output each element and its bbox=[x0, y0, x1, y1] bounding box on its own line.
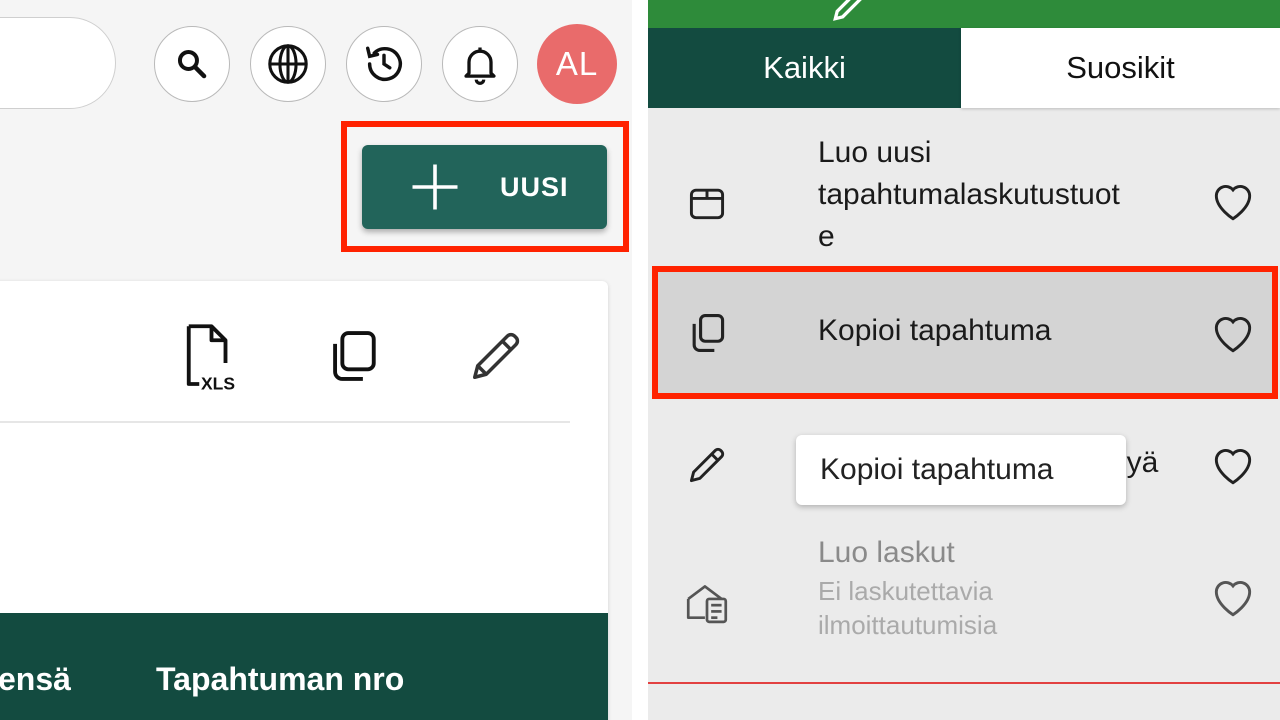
xls-file-icon: XLS bbox=[186, 324, 235, 391]
pencil-icon bbox=[689, 447, 725, 483]
action-label: Luo uusi tapahtumalaskutustuot e bbox=[818, 136, 1120, 253]
action-item-create-product[interactable]: Luo uusi tapahtumalaskutustuot e bbox=[648, 112, 1280, 262]
pencil-icon bbox=[473, 332, 520, 379]
action-icon bbox=[680, 574, 734, 628]
heart-icon[interactable] bbox=[1208, 440, 1258, 490]
search-icon bbox=[177, 49, 207, 79]
notifications-button[interactable] bbox=[442, 26, 518, 102]
action-item-create-invoices[interactable]: Luo laskut Ei laskutettavia ilmoittautum… bbox=[648, 526, 1280, 676]
svg-text:XLS: XLS bbox=[201, 373, 235, 391]
search-input[interactable] bbox=[0, 17, 116, 109]
action-icon bbox=[680, 306, 734, 360]
main-view: AL UUSI XLS ensä Tapahtuman nro bbox=[0, 0, 632, 720]
action-sublabel: Ei laskutettavia bbox=[818, 576, 993, 606]
globe-icon bbox=[268, 44, 308, 84]
plus-icon bbox=[412, 164, 458, 210]
copy-button[interactable] bbox=[316, 320, 388, 392]
language-button[interactable] bbox=[250, 26, 326, 102]
heart-icon[interactable] bbox=[1208, 176, 1258, 226]
tab-all[interactable]: Kaikki bbox=[648, 28, 961, 108]
history-icon bbox=[365, 46, 403, 82]
search-button[interactable] bbox=[154, 26, 230, 102]
panel-topbar bbox=[648, 0, 1280, 28]
new-button-label: UUSI bbox=[500, 171, 569, 202]
copy-icon bbox=[333, 331, 376, 381]
panel-tabs: Kaikki Suosikit bbox=[648, 28, 1280, 108]
heart-icon[interactable] bbox=[1208, 308, 1258, 358]
column-header[interactable]: ensä bbox=[0, 661, 71, 698]
bell-icon bbox=[464, 47, 496, 85]
box-icon bbox=[689, 188, 725, 220]
action-label: Luo laskut Ei laskutettavia ilmoittautum… bbox=[818, 536, 998, 640]
panel-divider bbox=[632, 0, 648, 720]
action-item-copy-event[interactable]: Kopioi tapahtuma bbox=[648, 270, 1280, 394]
new-button[interactable]: UUSI bbox=[362, 145, 607, 229]
edit-button[interactable] bbox=[460, 320, 532, 392]
avatar[interactable]: AL bbox=[537, 24, 617, 104]
action-label: Kopioi tapahtuma bbox=[818, 314, 1052, 347]
avatar-initials: AL bbox=[555, 45, 599, 82]
tooltip-text: Kopioi tapahtuma bbox=[820, 453, 1054, 486]
tab-all-label: Kaikki bbox=[763, 50, 846, 85]
tooltip: Kopioi tapahtuma bbox=[796, 435, 1126, 505]
actions-panel: Kaikki Suosikit Luo uusi tapahtumalaskut… bbox=[648, 0, 1280, 720]
action-icon bbox=[680, 438, 734, 492]
panel-bottom-border bbox=[648, 682, 1280, 684]
column-header-event-number[interactable]: Tapahtuman nro bbox=[156, 661, 404, 698]
export-xls-button[interactable]: XLS bbox=[172, 320, 244, 392]
tab-favorites-label: Suosikit bbox=[1066, 50, 1175, 85]
heart-icon[interactable] bbox=[1208, 572, 1258, 622]
action-icon bbox=[680, 176, 734, 230]
tab-favorites[interactable]: Suosikit bbox=[961, 28, 1280, 108]
action-sublabel: ilmoittautumisia bbox=[818, 610, 998, 640]
history-button[interactable] bbox=[346, 26, 422, 102]
copy-icon bbox=[692, 314, 725, 352]
pen-icon bbox=[833, 0, 862, 21]
invoice-icon bbox=[686, 585, 728, 624]
card-divider bbox=[0, 421, 570, 423]
table-header: ensä Tapahtuman nro bbox=[0, 613, 608, 720]
